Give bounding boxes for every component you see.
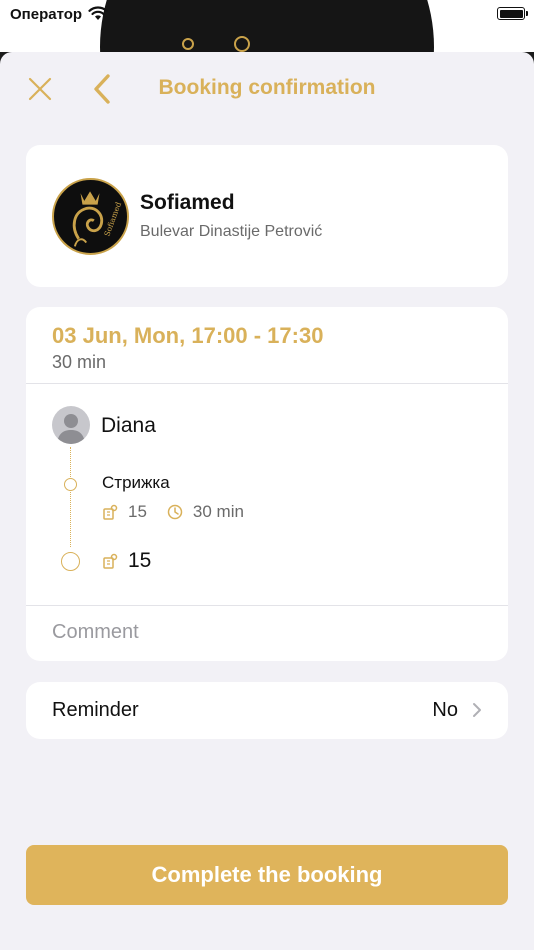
reminder-label: Reminder: [52, 699, 139, 721]
chevron-right-icon: [473, 703, 481, 717]
reminder-row[interactable]: Reminder No: [26, 682, 508, 739]
reminder-value: No: [432, 699, 458, 721]
divider: [26, 383, 508, 384]
timeline-line: [70, 447, 71, 547]
booking-sheet: Booking confirmation Sofiamed Sofiamed B…: [0, 52, 534, 950]
svg-text:Sofiamed: Sofiamed: [102, 201, 123, 238]
booking-datetime: 03 Jun, Mon, 17:00 - 17:30: [52, 323, 324, 348]
timeline-dot-total: [61, 552, 80, 571]
booking-duration: 30 min: [52, 352, 107, 372]
service-price: 15: [128, 502, 147, 521]
service-name: Стрижка: [102, 473, 170, 492]
comment-field[interactable]: Comment: [52, 621, 139, 644]
salon-card[interactable]: Sofiamed Sofiamed Bulevar Dinastije Petr…: [26, 145, 508, 287]
divider: [26, 605, 508, 606]
carrier-name: Оператор: [10, 6, 83, 23]
salon-logo: Sofiamed: [52, 178, 129, 255]
price-tag-icon: [103, 553, 118, 569]
clock-icon: [167, 504, 183, 520]
total-price: 15: [128, 549, 152, 572]
status-bar: Оператор: [0, 0, 534, 214]
service-meta: 15 30 min: [102, 502, 244, 522]
salon-name: Sofiamed: [140, 191, 235, 214]
complete-booking-button[interactable]: Complete the booking: [26, 845, 508, 905]
salon-address: Bulevar Dinastije Petrović: [140, 223, 323, 240]
timeline-dot-service: [64, 478, 77, 491]
price-tag-icon: [103, 504, 118, 520]
total-row: 15: [102, 549, 151, 573]
service-duration: 30 min: [192, 502, 244, 521]
master-avatar: [52, 406, 90, 444]
battery-icon: [497, 7, 528, 20]
page-title: Booking confirmation: [158, 76, 376, 99]
master-name: Diana: [101, 414, 156, 437]
wifi-icon: [88, 6, 108, 20]
nav-bar: Booking confirmation: [0, 52, 534, 124]
booking-details-card: 03 Jun, Mon, 17:00 - 17:30 30 min Diana …: [26, 307, 508, 661]
